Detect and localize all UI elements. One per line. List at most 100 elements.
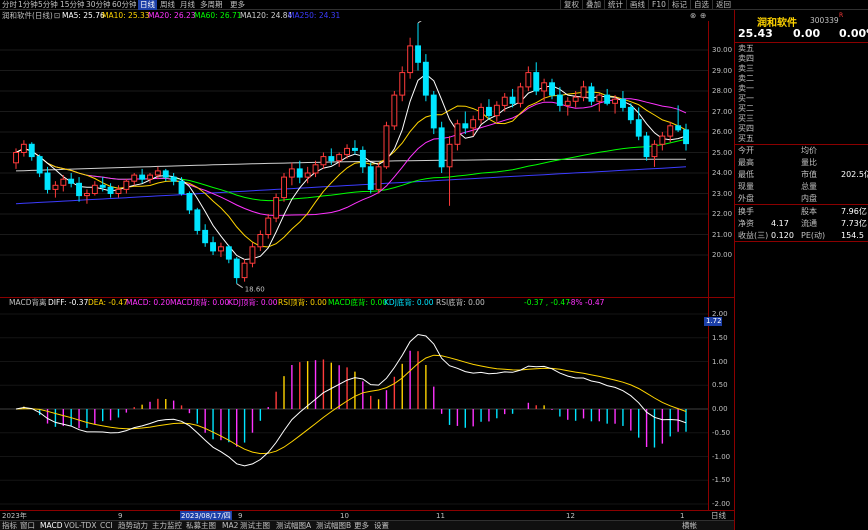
candle-down bbox=[620, 98, 626, 108]
candle-down bbox=[683, 129, 689, 145]
candle-up bbox=[375, 166, 382, 190]
low-annotation: 18.60 bbox=[245, 286, 265, 294]
tab-vol-tdx[interactable]: VOL-TDX bbox=[64, 521, 96, 530]
stat-l: 收益(三) bbox=[738, 231, 769, 240]
tf-more[interactable]: 更多 bbox=[230, 0, 245, 10]
stat-r: 股本 bbox=[801, 207, 817, 216]
fundamental-row: 净资 4.17 流通 7.73亿 bbox=[735, 219, 868, 229]
tab-indicator[interactable]: 指标 bbox=[2, 521, 17, 530]
orderbook-row[interactable]: 买二 bbox=[735, 104, 868, 114]
margin-flag: R bbox=[839, 12, 844, 19]
orderbook-row[interactable]: 买四 bbox=[735, 124, 868, 134]
orderbook-row[interactable]: 卖一 bbox=[735, 84, 868, 94]
candle-up bbox=[20, 143, 27, 154]
candle-up bbox=[564, 100, 571, 106]
stats-divider bbox=[735, 204, 868, 205]
tf-5min[interactable]: 5分钟 bbox=[38, 0, 58, 10]
tf-15min[interactable]: 15分钟 bbox=[60, 0, 85, 10]
layout-toggle[interactable]: 横帐 bbox=[682, 521, 697, 530]
macd-axis-label: -0.50 bbox=[712, 428, 731, 437]
tf-intraday[interactable]: 分时 bbox=[2, 0, 17, 10]
watchlist-button[interactable]: 自选 bbox=[690, 0, 712, 10]
candle-up bbox=[60, 178, 67, 186]
orderbook-row[interactable]: 买三 bbox=[735, 114, 868, 124]
stat-r: 市值 bbox=[801, 170, 817, 179]
price-axis-label: 22.00 bbox=[712, 210, 733, 218]
candle-down bbox=[186, 193, 193, 211]
candle-up bbox=[525, 72, 532, 88]
macd-chart[interactable] bbox=[0, 308, 708, 510]
candle-down bbox=[367, 166, 374, 190]
stat-lv: 4.17 bbox=[771, 219, 789, 228]
orderbook-label: 买五 bbox=[738, 134, 754, 143]
f10-button[interactable]: F10 bbox=[648, 0, 669, 10]
candle-up bbox=[651, 143, 658, 158]
stat-r: 流通 bbox=[801, 219, 817, 228]
tf-multi[interactable]: 多周期 bbox=[200, 0, 223, 10]
orderbook-row[interactable]: 卖三 bbox=[735, 64, 868, 74]
macd-top-value: MACD顶背: 0.00 bbox=[170, 298, 230, 307]
back-button[interactable]: 返回 bbox=[712, 0, 734, 10]
orderbook-row[interactable]: 卖四 bbox=[735, 54, 868, 64]
tf-1min[interactable]: 1分钟 bbox=[18, 0, 38, 10]
tab-more[interactable]: 更多 bbox=[354, 521, 369, 530]
ma60-value: MA60: 26.71 bbox=[194, 11, 242, 20]
tab-test-sub-a[interactable]: 测试幅图A bbox=[276, 521, 311, 530]
timeframe-toolbar: 分时 1分钟 5分钟 15分钟 30分钟 60分钟 日线 周线 月线 多周期 更… bbox=[0, 0, 868, 10]
ma120-value: MA120: 24.84 bbox=[240, 11, 293, 20]
stat-r: PE(动) bbox=[801, 231, 826, 240]
tf-30min[interactable]: 30分钟 bbox=[86, 0, 111, 10]
candle-up bbox=[304, 172, 311, 178]
orderbook-row[interactable]: 买一 bbox=[735, 94, 868, 104]
price-axis-label: 29.00 bbox=[712, 66, 733, 75]
candle-up bbox=[407, 45, 414, 74]
tab-cci[interactable]: CCI bbox=[100, 521, 113, 530]
stats-button[interactable]: 统计 bbox=[604, 0, 626, 10]
orderbook-row[interactable]: 卖二 bbox=[735, 74, 868, 84]
price-axis-label: 26.00 bbox=[712, 128, 733, 136]
tf-60min[interactable]: 60分钟 bbox=[112, 0, 137, 10]
orderbook-row[interactable]: 买五 bbox=[735, 134, 868, 144]
draw-button[interactable]: 画线 bbox=[626, 0, 648, 10]
price-chart[interactable]: 31.32 18.60 bbox=[0, 15, 708, 297]
stat-rv: 7.96亿 bbox=[841, 207, 867, 216]
chart-expand-icon[interactable]: ⊕ bbox=[700, 10, 706, 21]
candle-down bbox=[486, 106, 492, 117]
stat-l: 最低 bbox=[738, 170, 754, 179]
overlay-button[interactable]: 叠加 bbox=[582, 0, 604, 10]
tab-trend-power[interactable]: 趋势动力 bbox=[118, 521, 148, 530]
tab-macd[interactable]: MACD bbox=[40, 521, 62, 530]
candle-down bbox=[588, 86, 595, 102]
tab-test-sub-b[interactable]: 测试幅图B bbox=[316, 521, 351, 530]
tab-private-main[interactable]: 私募主图 bbox=[186, 521, 216, 530]
stat-row: 今开 均价 bbox=[735, 146, 868, 156]
tf-weekly[interactable]: 周线 bbox=[160, 0, 175, 10]
tf-monthly[interactable]: 月线 bbox=[180, 0, 195, 10]
adjust-button[interactable]: 复权 bbox=[560, 0, 582, 10]
ma10-line bbox=[15, 91, 687, 248]
candle-down bbox=[28, 143, 35, 158]
stat-rv: 154.5 bbox=[841, 231, 864, 240]
candle-down bbox=[635, 119, 642, 137]
candle-up bbox=[659, 135, 666, 145]
mark-button[interactable]: 标记 bbox=[668, 0, 690, 10]
macd-svg bbox=[0, 313, 708, 505]
candle-up bbox=[344, 147, 351, 156]
tab-main-monitor[interactable]: 主力监控 bbox=[152, 521, 182, 530]
candle-up bbox=[288, 168, 295, 178]
ma5-line bbox=[15, 73, 687, 261]
chart-close-icon[interactable]: ⊗ bbox=[690, 10, 696, 21]
fundamental-row: 收益(三) 0.120 PE(动) 154.5 bbox=[735, 231, 868, 241]
ma-settings-icon[interactable]: ⊡ bbox=[54, 10, 60, 21]
price-svg: 31.32 18.60 bbox=[0, 15, 708, 294]
chart-title: 润和软件(日线) bbox=[2, 11, 53, 20]
candle-down bbox=[462, 123, 469, 129]
tab-settings[interactable]: 设置 bbox=[374, 521, 389, 530]
tab-ma2[interactable]: MA2 bbox=[222, 521, 238, 530]
candle-up bbox=[517, 86, 524, 104]
orderbook-row[interactable]: 卖五 bbox=[735, 44, 868, 54]
tf-daily[interactable]: 日线 bbox=[138, 0, 157, 10]
tab-window[interactable]: 窗口 bbox=[20, 521, 35, 530]
price-axis-label: 27.00 bbox=[712, 107, 733, 116]
tab-test-main[interactable]: 测试主图 bbox=[240, 521, 270, 530]
